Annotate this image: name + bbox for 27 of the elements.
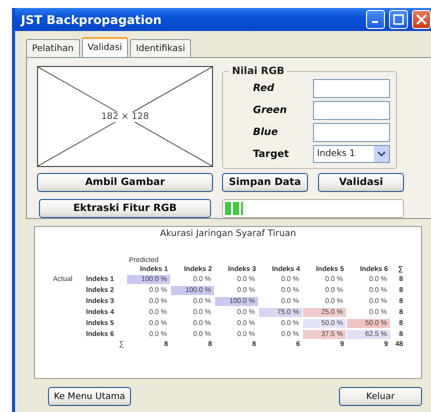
field-label: Red (253, 82, 274, 94)
ambil-gambar-button[interactable]: Ambil Gambar (37, 173, 213, 192)
keluar-button[interactable]: Keluar (339, 387, 422, 406)
input-field[interactable] (313, 78, 390, 98)
field-label: Target (253, 148, 289, 160)
input-field[interactable] (313, 122, 390, 142)
minimize-button[interactable] (366, 10, 385, 29)
tab[interactable]: Validasi (82, 37, 128, 57)
tab[interactable]: Identifikasi (130, 39, 192, 57)
validasi-button[interactable]: Validasi (318, 173, 404, 192)
ektraski-button[interactable]: Ektraski Fitur RGB (39, 199, 211, 218)
maximize-icon (393, 14, 404, 25)
close-button[interactable] (412, 10, 431, 29)
maximize-button[interactable] (389, 10, 408, 29)
field-label: Green (253, 104, 287, 116)
matrix-title: Akurasi Jaringan Syaraf Tiruan (160, 229, 296, 239)
dropdown-caret-icon (377, 151, 386, 157)
tab[interactable]: Pelatihan (26, 39, 80, 57)
field-label: Blue (253, 126, 278, 138)
input-field[interactable] (313, 100, 390, 120)
target-dropdown[interactable]: Indeks 1 (313, 145, 390, 163)
ke-menu-utama-button[interactable]: Ke Menu Utama (48, 387, 131, 406)
image-size-text: 182 × 128 (100, 112, 150, 122)
window-title: JST Backpropagation (21, 12, 163, 26)
close-icon (416, 14, 427, 25)
group-title: Nilai RGB (231, 66, 286, 77)
simpan-data-button[interactable]: Simpan Data (222, 173, 308, 192)
